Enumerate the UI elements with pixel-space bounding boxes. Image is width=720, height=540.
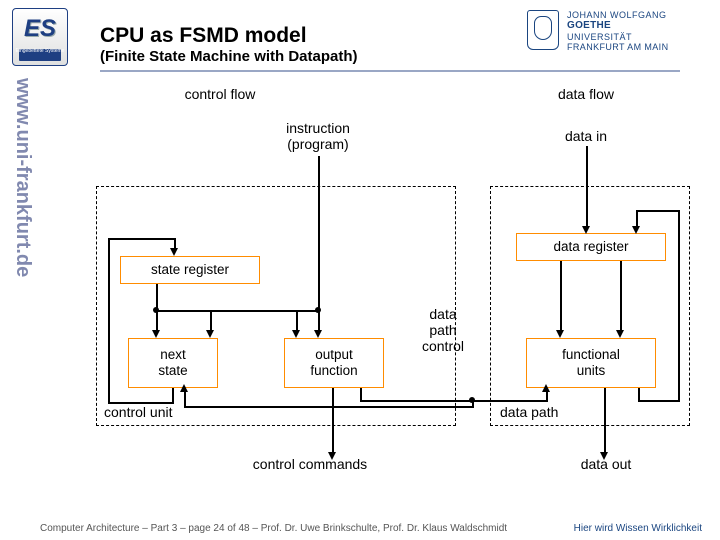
data-register: data register [516, 233, 666, 261]
data-path-box [490, 186, 690, 426]
page-subtitle: (Finite State Machine with Datapath) [100, 48, 358, 65]
title-rule [100, 70, 680, 72]
crest-icon [527, 10, 559, 50]
university-logo: JOHANN WOLFGANG GOETHE UNIVERSITÄT FRANK… [527, 10, 702, 60]
functional-units: functional units [526, 338, 656, 388]
diagram: control flow data flow instruction(progr… [60, 78, 700, 510]
es-logo [12, 8, 68, 66]
uni-line1: JOHANN WOLFGANG [567, 10, 668, 20]
sidebar-watermark [0, 70, 34, 488]
state-register: state register [120, 256, 260, 284]
output-function: output function [284, 338, 384, 388]
uni-line4: FRANKFURT AM MAIN [567, 42, 668, 52]
label-control-flow: control flow [160, 86, 280, 102]
label-data-in: data in [526, 128, 646, 144]
label-control-commands: control commands [230, 456, 390, 472]
control-unit-box [96, 186, 456, 426]
es-logo-caption: Eingebettete Systeme [12, 48, 68, 54]
uni-line3: UNIVERSITÄT [567, 32, 668, 42]
label-data-path: data path [500, 404, 600, 420]
label-instruction: instruction(program) [258, 120, 378, 152]
next-state: next state [128, 338, 218, 388]
label-datapath-control: data path control [408, 306, 478, 354]
page-title: CPU as FSMD model [100, 24, 307, 48]
motto: Hier wird Wissen Wirklichkeit [574, 523, 702, 534]
footer: Computer Architecture – Part 3 – page 24… [40, 523, 507, 534]
label-data-flow: data flow [526, 86, 646, 102]
